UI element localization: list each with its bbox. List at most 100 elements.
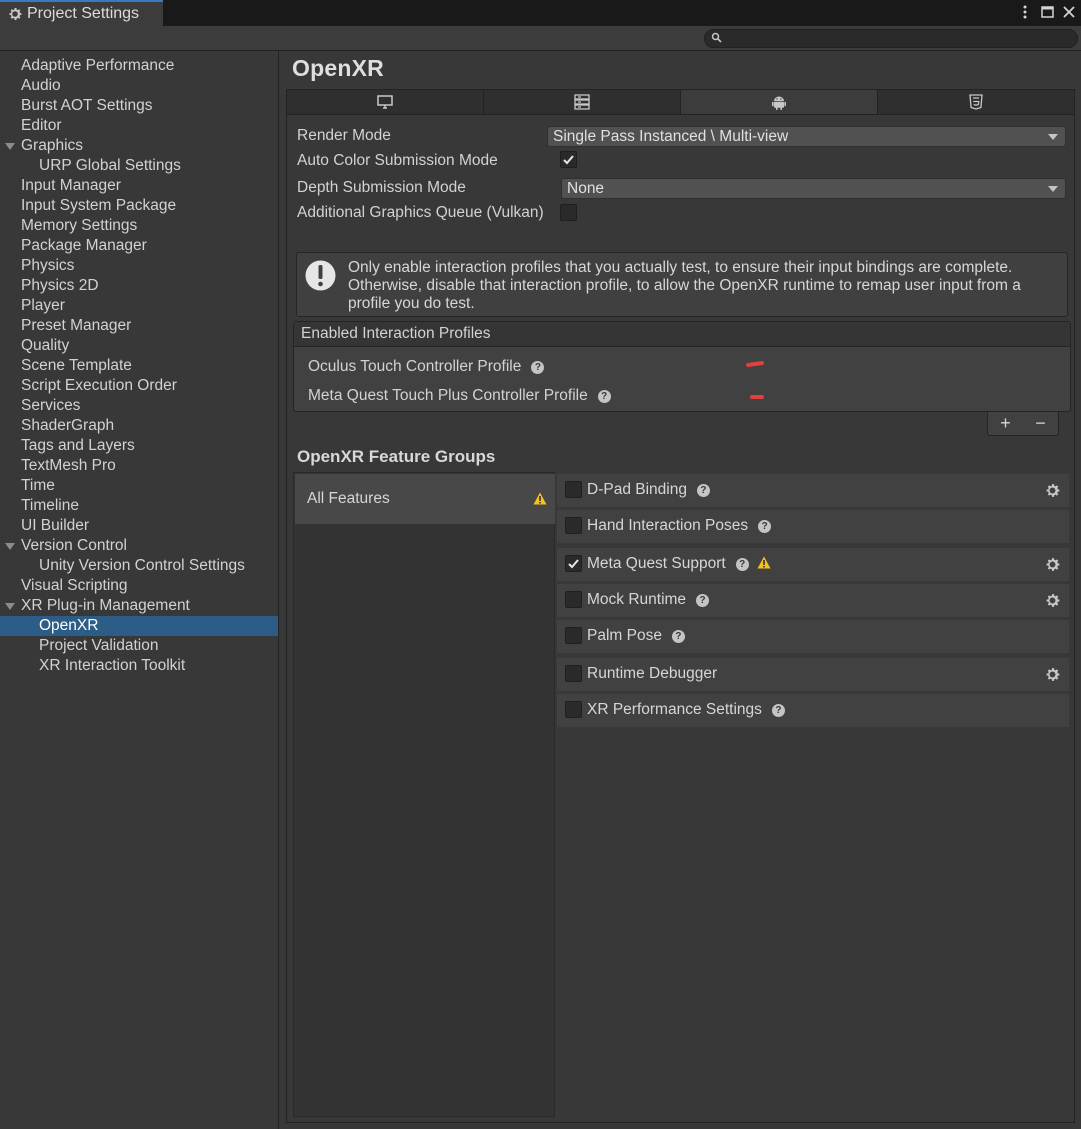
sidebar-item-physics[interactable]: Physics	[0, 256, 278, 276]
sidebar-item-textmesh-pro[interactable]: TextMesh Pro	[0, 456, 278, 476]
feature-label: D-Pad Binding	[587, 481, 687, 498]
sidebar-item-version-control[interactable]: Version Control	[0, 536, 278, 556]
help-icon[interactable]: ?	[771, 704, 785, 717]
sidebar-item-burst-aot-settings[interactable]: Burst AOT Settings	[0, 96, 278, 116]
tab-android[interactable]	[681, 90, 878, 114]
sidebar-item-input-system-package[interactable]: Input System Package	[0, 196, 278, 216]
feature-checkbox[interactable]	[565, 701, 582, 718]
sidebar-item-editor[interactable]: Editor	[0, 116, 278, 136]
sidebar-item-preset-manager[interactable]: Preset Manager	[0, 316, 278, 336]
sidebar-item-input-manager[interactable]: Input Manager	[0, 176, 278, 196]
sidebar-item-label: Player	[21, 297, 65, 314]
sidebar-item-script-execution-order[interactable]: Script Execution Order	[0, 376, 278, 396]
help-text: Only enable interaction profiles that yo…	[348, 259, 1021, 312]
feature-checkbox[interactable]	[565, 555, 582, 572]
group-label: All Features	[307, 490, 390, 507]
feature-label: Runtime Debugger	[587, 665, 718, 682]
maximize-icon[interactable]	[1039, 3, 1055, 21]
sidebar-item-label: ShaderGraph	[21, 417, 115, 434]
feature-checkbox[interactable]	[565, 481, 582, 498]
foldout-arrow-icon[interactable]	[5, 143, 15, 150]
sidebar-item-openxr[interactable]: OpenXR	[0, 616, 278, 636]
tab-webgl[interactable]	[878, 90, 1074, 114]
toolbar	[0, 26, 1081, 51]
sidebar-item-ui-builder[interactable]: UI Builder	[0, 516, 278, 536]
feature-row-mock-runtime[interactable]: Mock Runtime?	[557, 584, 1069, 617]
sidebar-item-audio[interactable]: Audio	[0, 76, 278, 96]
sidebar-item-xr-interaction-toolkit[interactable]: XR Interaction Toolkit	[0, 656, 278, 676]
help-icon[interactable]: ?	[671, 630, 685, 643]
foldout-arrow-icon[interactable]	[5, 543, 15, 550]
help-icon[interactable]: ?	[696, 484, 710, 497]
window-tab-project-settings[interactable]: Project Settings	[0, 0, 163, 26]
render-mode-dropdown[interactable]: Single Pass Instanced \ Multi-view	[547, 126, 1066, 147]
tab-dedicated-server[interactable]	[484, 90, 681, 114]
help-icon[interactable]: ?	[758, 520, 772, 533]
sidebar-item-player[interactable]: Player	[0, 296, 278, 316]
gear-icon[interactable]	[1044, 666, 1061, 683]
sidebar-item-tags-and-layers[interactable]: Tags and Layers	[0, 436, 278, 456]
sidebar-item-project-validation[interactable]: Project Validation	[0, 636, 278, 656]
sidebar-item-unity-version-control-settings[interactable]: Unity Version Control Settings	[0, 556, 278, 576]
gear-icon[interactable]	[1044, 592, 1061, 609]
sidebar-item-scene-template[interactable]: Scene Template	[0, 356, 278, 376]
graphics-queue-label: Additional Graphics Queue (Vulkan)	[297, 204, 544, 221]
help-icon[interactable]: ?	[531, 361, 545, 374]
checkmark-icon	[563, 155, 574, 165]
feature-row-dpad-binding[interactable]: D-Pad Binding?	[557, 474, 1069, 507]
feature-row-hand-interaction-poses[interactable]: Hand Interaction Poses?	[557, 510, 1069, 543]
add-profile-button[interactable]: +	[1000, 413, 1011, 434]
auto-color-checkbox[interactable]	[560, 151, 577, 168]
feature-row-runtime-debugger[interactable]: Runtime Debugger	[557, 658, 1069, 691]
checkmark-icon	[568, 559, 579, 569]
sidebar-item-shadergraph[interactable]: ShaderGraph	[0, 416, 278, 436]
graphics-queue-checkbox[interactable]	[560, 204, 577, 221]
html5-icon	[969, 94, 983, 110]
tab-desktop[interactable]	[287, 90, 484, 114]
sidebar-item-visual-scripting[interactable]: Visual Scripting	[0, 576, 278, 596]
feature-checkbox[interactable]	[565, 591, 582, 608]
sidebar-item-graphics[interactable]: Graphics	[0, 136, 278, 156]
red-annotation-mark	[750, 395, 764, 399]
render-mode-label: Render Mode	[297, 127, 391, 144]
sidebar-item-label: Physics 2D	[21, 277, 99, 294]
foldout-arrow-icon[interactable]	[5, 603, 15, 610]
depth-submission-label: Depth Submission Mode	[297, 179, 466, 196]
close-icon[interactable]	[1061, 3, 1077, 21]
sidebar-item-label: Adaptive Performance	[21, 57, 175, 74]
title-bar: Project Settings	[0, 0, 1081, 26]
sidebar-item-timeline[interactable]: Timeline	[0, 496, 278, 516]
feature-row-xr-performance-settings[interactable]: XR Performance Settings?	[557, 694, 1069, 727]
sidebar-item-physics-2d[interactable]: Physics 2D	[0, 276, 278, 296]
feature-checkbox[interactable]	[565, 665, 582, 682]
gear-icon[interactable]	[1044, 482, 1061, 499]
profile-item[interactable]: Oculus Touch Controller Profile?	[308, 358, 545, 376]
remove-profile-button[interactable]: −	[1035, 413, 1046, 434]
feature-label: XR Performance Settings	[587, 701, 762, 718]
depth-submission-dropdown[interactable]: None	[561, 178, 1066, 199]
menu-icon[interactable]	[1017, 3, 1033, 21]
sidebar-item-package-manager[interactable]: Package Manager	[0, 236, 278, 256]
feature-checkbox[interactable]	[565, 627, 582, 644]
sidebar-item-time[interactable]: Time	[0, 476, 278, 496]
sidebar-item-services[interactable]: Services	[0, 396, 278, 416]
search-input[interactable]	[704, 29, 1078, 48]
sidebar-item-urp-global-settings[interactable]: URP Global Settings	[0, 156, 278, 176]
profile-item[interactable]: Meta Quest Touch Plus Controller Profile…	[308, 387, 611, 405]
help-icon[interactable]: ?	[735, 558, 749, 571]
feature-row-palm-pose[interactable]: Palm Pose?	[557, 620, 1069, 653]
feature-checkbox[interactable]	[565, 517, 582, 534]
feature-row-meta-quest-support[interactable]: Meta Quest Support?	[557, 548, 1069, 581]
platform-tabs	[286, 89, 1075, 115]
feature-group-list: All Features	[293, 472, 555, 1117]
sidebar-item-memory-settings[interactable]: Memory Settings	[0, 216, 278, 236]
sidebar-item-label: Package Manager	[21, 237, 147, 254]
sidebar-item-quality[interactable]: Quality	[0, 336, 278, 356]
sidebar-item-xr-plug-in-management[interactable]: XR Plug-in Management	[0, 596, 278, 616]
help-icon[interactable]: ?	[696, 594, 710, 607]
help-icon[interactable]: ?	[597, 390, 611, 403]
gear-icon[interactable]	[1044, 556, 1061, 573]
interaction-profiles-list: Enabled Interaction Profiles Oculus Touc…	[293, 321, 1071, 412]
sidebar-item-adaptive-performance[interactable]: Adaptive Performance	[0, 56, 278, 76]
group-all-features[interactable]: All Features	[295, 474, 555, 524]
